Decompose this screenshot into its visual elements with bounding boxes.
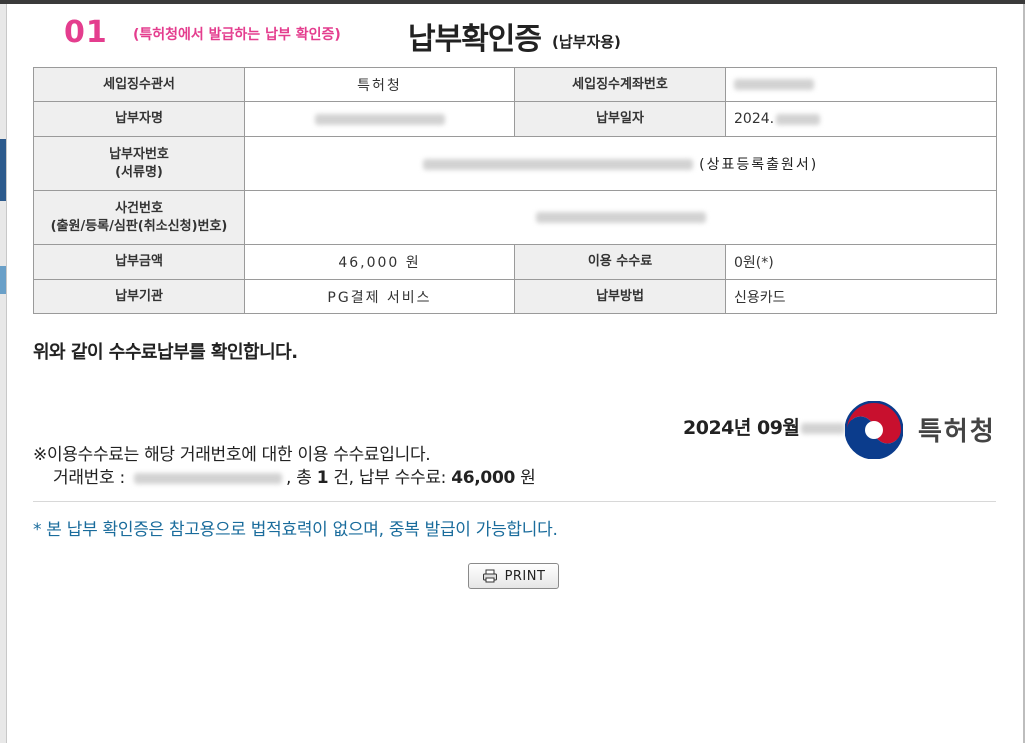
background-window-strip (0, 4, 7, 743)
case-number-value (244, 190, 997, 245)
transaction-label: 거래번호 : (53, 468, 125, 488)
payer-name-value (244, 101, 515, 137)
print-button[interactable]: PRINT (468, 563, 559, 589)
case-number-label-line1: 사건번호 (115, 200, 163, 216)
case-number-label-line2: (출원/등록/심판(취소신청)번호) (50, 218, 228, 234)
document-name-value: (상표등록출원서) (699, 156, 819, 173)
usage-fee-note: ※이용수수료는 해당 거래번호에 대한 이용 수수료입니다. (33, 445, 431, 465)
payment-info-table: 세입징수관서 특허청 세입징수계좌번호 납부자명 납부일자 2024. 납부자번… (33, 67, 997, 314)
payer-number-value: (상표등록출원서) (244, 136, 997, 191)
amount-value: 46,000 원 (244, 244, 515, 280)
payment-date-cell: 2024. (725, 101, 997, 137)
payer-name-label: 납부자명 (33, 101, 245, 137)
transaction-summary: 거래번호 : , 총 1 건, 납부 수수료: 46,000 원 (53, 463, 536, 488)
account-number-label: 세입징수계좌번호 (514, 67, 726, 102)
table-row: 납부자명 납부일자 2024. (33, 101, 997, 137)
printer-icon (482, 569, 497, 583)
total-suffix: 건, 납부 수수료: (333, 468, 447, 488)
print-button-label: PRINT (504, 568, 546, 584)
page-title: 납부확인증 (408, 22, 542, 57)
collecting-office-value: 특허청 (244, 67, 515, 102)
amount-label: 납부금액 (33, 244, 245, 280)
usage-fee-value: 0원(*) (725, 244, 997, 280)
method-value: 신용카드 (725, 279, 997, 314)
issue-date-text: 2024년 09월 (683, 417, 800, 439)
total-count: 1 (316, 468, 329, 488)
kipo-logo-icon (845, 401, 903, 459)
page-subtitle: (납부자용) (552, 33, 621, 51)
payment-date-label: 납부일자 (514, 101, 726, 137)
table-row: 납부기관 PG결제 서비스 납부방법 신용카드 (33, 279, 997, 314)
institution-value: PG결제 서비스 (244, 279, 515, 314)
step-number: 01 (64, 15, 108, 50)
issue-date: 2024년 09월 (683, 413, 846, 440)
total-fee: 46,000 (451, 468, 516, 488)
method-label: 납부방법 (514, 279, 726, 314)
account-number-value (725, 67, 997, 102)
confirmation-text: 위와 같이 수수료납부를 확인합니다. (33, 342, 298, 363)
payer-number-label: 납부자번호 (서류명) (33, 136, 245, 191)
total-prefix: , 총 (286, 468, 312, 488)
table-row: 납부자번호 (서류명) (상표등록출원서) (33, 136, 997, 191)
case-number-label: 사건번호 (출원/등록/심판(취소신청)번호) (33, 190, 245, 245)
payer-number-label-line1: 납부자번호 (109, 146, 169, 162)
table-row: 납부금액 46,000 원 이용 수수료 0원(*) (33, 244, 997, 280)
divider (33, 501, 996, 502)
table-row: 사건번호 (출원/등록/심판(취소신청)번호) (33, 190, 997, 245)
issuer-name: 특허청 (918, 417, 996, 447)
payment-date-value: 2024. (734, 111, 775, 127)
payer-number-label-line2: (서류명) (115, 164, 163, 180)
table-row: 세입징수관서 특허청 세입징수계좌번호 (33, 67, 997, 102)
usage-fee-label: 이용 수수료 (514, 244, 726, 280)
collecting-office-label: 세입징수관서 (33, 67, 245, 102)
disclaimer-text: * 본 납부 확인증은 참고용으로 법적효력이 없으며, 중복 발급이 가능합니… (33, 520, 558, 540)
fee-unit: 원 (520, 468, 536, 488)
window-top-border (0, 0, 1025, 4)
step-note: (특허청에서 발급하는 납부 확인증) (133, 27, 341, 43)
institution-label: 납부기관 (33, 279, 245, 314)
